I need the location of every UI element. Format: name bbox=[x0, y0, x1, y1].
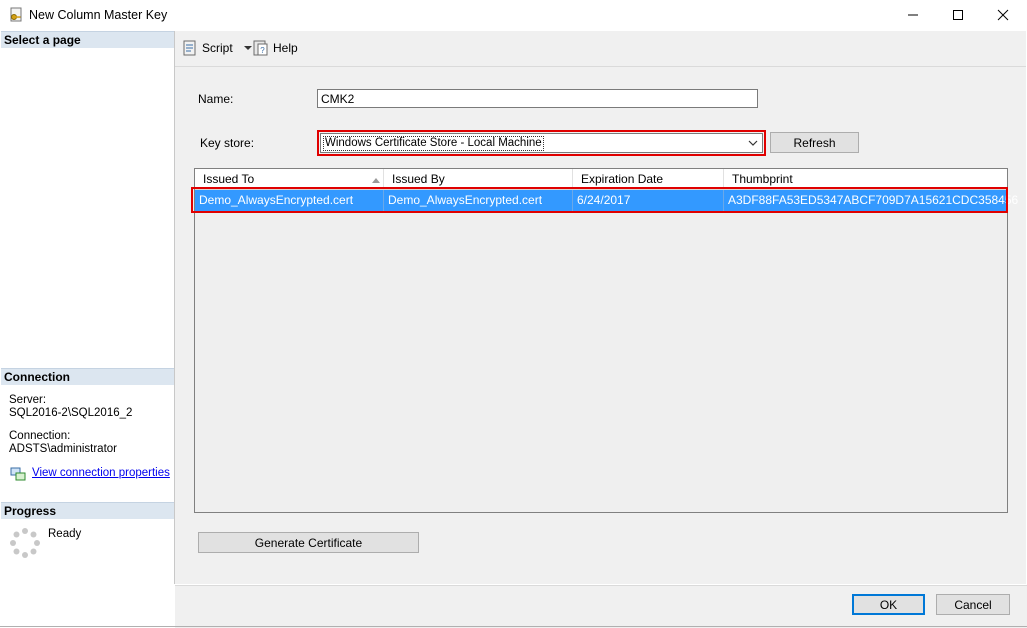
minimize-button[interactable] bbox=[890, 0, 936, 30]
column-header-expiration-date[interactable]: Expiration Date bbox=[573, 169, 724, 189]
server-value: SQL2016-2\SQL2016_2 bbox=[9, 407, 133, 419]
script-button[interactable]: Script bbox=[182, 40, 255, 56]
ok-button[interactable]: OK bbox=[852, 594, 925, 615]
maximize-button[interactable] bbox=[935, 0, 981, 30]
maximize-icon bbox=[953, 10, 963, 20]
name-label: Name: bbox=[198, 92, 234, 106]
connection-value: ADSTS\administrator bbox=[9, 443, 118, 455]
server-label: Server: bbox=[9, 394, 47, 406]
refresh-button[interactable]: Refresh bbox=[770, 132, 859, 153]
connection-label: Connection: bbox=[9, 430, 71, 442]
left-panel: Select a page Connection Server: SQL2016… bbox=[1, 31, 175, 584]
connection-header: Connection bbox=[1, 368, 174, 385]
progress-status: Ready bbox=[48, 528, 82, 540]
progress-header: Progress bbox=[1, 502, 174, 519]
script-icon bbox=[183, 40, 196, 56]
help-button[interactable]: ? Help bbox=[253, 40, 298, 56]
chevron-down-icon[interactable] bbox=[744, 134, 762, 152]
window-title: New Column Master Key bbox=[29, 8, 168, 22]
keystore-select[interactable]: Windows Certificate Store - Local Machin… bbox=[320, 133, 763, 153]
close-icon bbox=[997, 9, 1009, 21]
certificate-grid[interactable]: Issued To Issued By Expiration Date Thum… bbox=[194, 168, 1018, 513]
name-input[interactable] bbox=[317, 89, 758, 108]
column-header-issued-by[interactable]: Issued By bbox=[384, 169, 573, 189]
close-button[interactable] bbox=[980, 0, 1026, 30]
progress-spinner-icon bbox=[9, 527, 41, 559]
column-header-issued-to[interactable]: Issued To bbox=[195, 169, 384, 189]
minimize-icon bbox=[908, 14, 918, 16]
cancel-button[interactable]: Cancel bbox=[936, 594, 1010, 615]
connection-properties-icon bbox=[10, 466, 26, 482]
help-icon: ? bbox=[253, 40, 268, 56]
view-connection-properties-link[interactable]: View connection properties bbox=[32, 467, 170, 479]
sort-ascending-icon bbox=[372, 178, 380, 183]
script-label: Script bbox=[202, 41, 233, 55]
help-label: Help bbox=[273, 41, 298, 55]
select-page-header: Select a page bbox=[1, 31, 174, 48]
column-header-thumbprint[interactable]: Thumbprint bbox=[724, 169, 1007, 189]
selected-row-highlight bbox=[191, 187, 1008, 213]
keystore-selected-value: Windows Certificate Store - Local Machin… bbox=[323, 136, 544, 151]
keystore-label: Key store: bbox=[200, 136, 255, 150]
svg-text:?: ? bbox=[260, 46, 265, 55]
generate-certificate-button[interactable]: Generate Certificate bbox=[198, 532, 419, 553]
key-document-icon bbox=[8, 7, 24, 23]
toolbar: Script ? Help bbox=[175, 31, 1026, 67]
